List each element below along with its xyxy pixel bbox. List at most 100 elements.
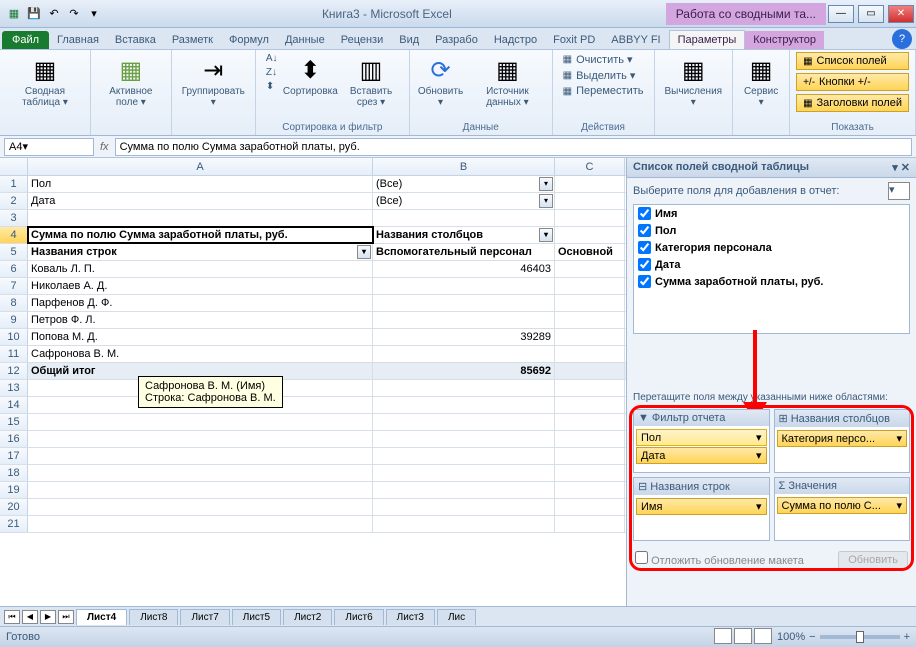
sheet-tab[interactable]: Лист8 (129, 609, 178, 625)
cell[interactable]: Сафронова В. М. (28, 346, 373, 362)
col-C[interactable]: C (555, 158, 625, 175)
zoom-level[interactable]: 100% (777, 631, 805, 643)
cell[interactable] (555, 193, 625, 209)
tab-formulas[interactable]: Формул (221, 31, 277, 49)
cell[interactable]: Попова М. Д. (28, 329, 373, 345)
slicer-button[interactable]: ▥Вставить срез ▾ (339, 52, 403, 110)
cell[interactable] (373, 516, 555, 532)
tab-view[interactable]: Вид (391, 31, 427, 49)
cell[interactable] (555, 278, 625, 294)
refresh-button[interactable]: ⟳Обновить ▾ (416, 52, 465, 110)
cell[interactable]: 85692 (373, 363, 555, 379)
sort-desc-button[interactable]: Z↓ (262, 66, 282, 79)
data-source-button[interactable]: ▦Источник данных ▾ (469, 52, 545, 110)
cell[interactable]: Пол (28, 176, 373, 192)
panel-dropdown-icon[interactable]: ▾ (892, 162, 898, 174)
select-all-corner[interactable] (0, 158, 28, 175)
cell[interactable] (28, 414, 373, 430)
row-19[interactable]: 19 (0, 482, 28, 498)
sheet-tab[interactable]: Лис (437, 609, 476, 625)
show-field-list-button[interactable]: ▦ Список полей (796, 52, 909, 70)
cell[interactable] (28, 516, 373, 532)
cell[interactable] (555, 295, 625, 311)
cell[interactable] (28, 482, 373, 498)
cell[interactable] (28, 210, 373, 226)
cell[interactable] (28, 431, 373, 447)
sheet-tab[interactable]: Лист3 (386, 609, 435, 625)
save-icon[interactable]: 💾 (26, 6, 42, 22)
row-9[interactable]: 9 (0, 312, 28, 328)
field-name[interactable]: Имя (655, 208, 677, 220)
filter-dropdown-icon[interactable]: ▾ (357, 245, 371, 259)
cell[interactable] (555, 261, 625, 277)
tab-pivot-design[interactable]: Конструктор (745, 31, 824, 49)
cell[interactable] (373, 312, 555, 328)
cell[interactable]: (Все)▾ (373, 193, 555, 209)
field-name[interactable]: Пол (655, 225, 676, 237)
cell[interactable]: Парфенов Д. Ф. (28, 295, 373, 311)
cell[interactable] (555, 465, 625, 481)
calc-button[interactable]: ▦Вычисления ▾ (661, 52, 727, 110)
sort-custom-button[interactable]: ⬍ (262, 80, 282, 93)
formula-input[interactable]: Сумма по полю Сумма заработной платы, ру… (115, 138, 912, 156)
cell[interactable] (373, 380, 555, 396)
field-checkbox[interactable] (638, 224, 651, 237)
sheet-nav-prev[interactable]: ◀ (22, 610, 38, 624)
close-button[interactable]: ✕ (888, 5, 914, 23)
cell[interactable]: Названия строк▾ (28, 244, 373, 260)
row-14[interactable]: 14 (0, 397, 28, 413)
field-checkbox[interactable] (638, 241, 651, 254)
select-button[interactable]: ▦ Выделить ▾ (559, 68, 648, 83)
cell[interactable] (555, 210, 625, 226)
filter-dropdown-icon[interactable]: ▾ (539, 228, 553, 242)
cell[interactable] (373, 431, 555, 447)
row-20[interactable]: 20 (0, 499, 28, 515)
cell[interactable]: Вспомогательный персонал (373, 244, 555, 260)
maximize-button[interactable]: ▭ (858, 5, 884, 23)
cell[interactable] (555, 448, 625, 464)
layout-options-button[interactable]: ▾ (888, 182, 910, 200)
cell[interactable] (373, 397, 555, 413)
row-16[interactable]: 16 (0, 431, 28, 447)
redo-icon[interactable]: ↷ (66, 6, 82, 22)
cell[interactable] (373, 414, 555, 430)
cell[interactable]: Дата (28, 193, 373, 209)
show-buttons-button[interactable]: +/- Кнопки +/- (796, 73, 909, 91)
row-7[interactable]: 7 (0, 278, 28, 294)
sort-button[interactable]: ⬍Сортировка (286, 52, 336, 99)
field-name[interactable]: Сумма заработной платы, руб. (655, 276, 824, 288)
row-17[interactable]: 17 (0, 448, 28, 464)
cell[interactable]: Названия столбцов▾ (373, 227, 555, 243)
tab-layout[interactable]: Разметк (164, 31, 221, 49)
cell[interactable] (373, 448, 555, 464)
row-12[interactable]: 12 (0, 363, 28, 379)
cell[interactable] (555, 380, 625, 396)
cell-selected[interactable]: Сумма по полю Сумма заработной платы, ру… (28, 227, 373, 243)
cell[interactable]: Коваль Л. П. (28, 261, 373, 277)
cell[interactable]: Петров Ф. Л. (28, 312, 373, 328)
cell[interactable] (555, 397, 625, 413)
fx-icon[interactable]: fx (100, 141, 109, 153)
filter-dropdown-icon[interactable]: ▾ (539, 177, 553, 191)
field-checkbox[interactable] (638, 275, 651, 288)
tab-file[interactable]: Файл (2, 31, 49, 49)
tab-dev[interactable]: Разрабо (427, 31, 486, 49)
cell[interactable] (555, 363, 625, 379)
group-button[interactable]: ⇥Группировать ▾ (178, 52, 249, 110)
cell[interactable] (555, 414, 625, 430)
view-buttons[interactable] (713, 628, 773, 647)
cell[interactable] (373, 295, 555, 311)
sheet-tab[interactable]: Лист5 (232, 609, 281, 625)
sheet-tab[interactable]: Лист6 (334, 609, 383, 625)
cell[interactable]: Основной (555, 244, 625, 260)
cell[interactable] (28, 499, 373, 515)
filter-dropdown-icon[interactable]: ▾ (539, 194, 553, 208)
cell[interactable] (555, 312, 625, 328)
tab-pivot-options[interactable]: Параметры (669, 30, 746, 49)
cell[interactable] (555, 482, 625, 498)
tab-abbyy[interactable]: ABBYY FI (603, 31, 668, 49)
field-checkbox[interactable] (638, 207, 651, 220)
cell[interactable] (555, 516, 625, 532)
help-button[interactable]: ? (892, 29, 912, 49)
row-13[interactable]: 13 (0, 380, 28, 396)
